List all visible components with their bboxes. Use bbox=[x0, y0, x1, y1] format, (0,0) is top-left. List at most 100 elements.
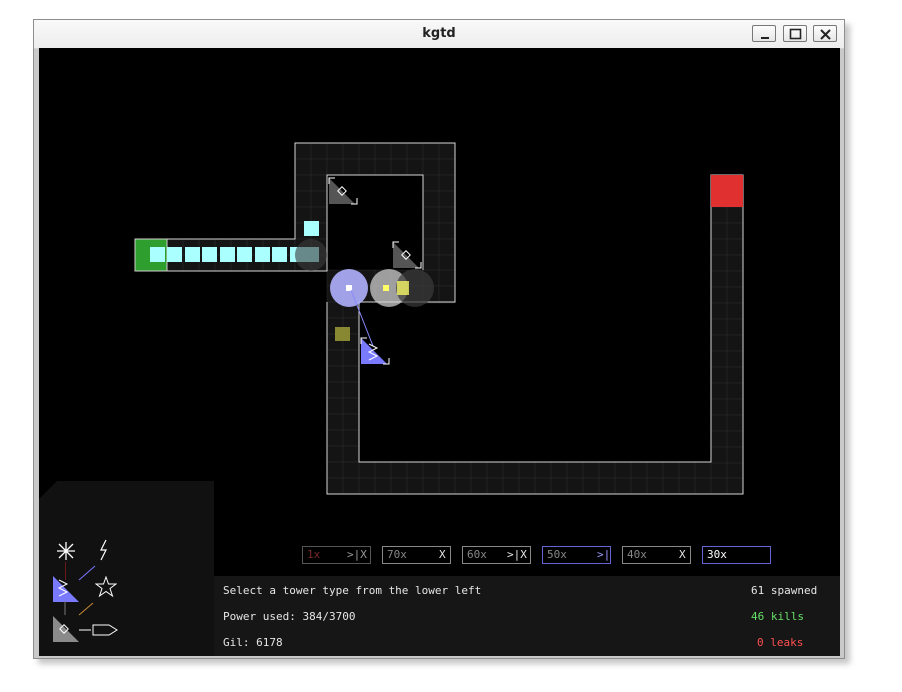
path-cell bbox=[438, 269, 456, 287]
asterisk-icon[interactable] bbox=[55, 540, 77, 562]
path-cell bbox=[726, 477, 744, 495]
skip-forward-icon: >|X bbox=[347, 548, 367, 561]
slow-tower[interactable] bbox=[360, 337, 390, 365]
path-cell bbox=[406, 461, 424, 479]
path-cell bbox=[710, 270, 728, 288]
laser-tower[interactable] bbox=[392, 241, 422, 269]
path-cell bbox=[598, 461, 616, 479]
path-cell bbox=[294, 190, 312, 208]
speed-label: 40x bbox=[627, 548, 647, 561]
path-cell bbox=[614, 461, 632, 479]
path-cell bbox=[566, 461, 584, 479]
zigzag-triangle-icon[interactable] bbox=[53, 576, 79, 602]
diamond-triangle-icon[interactable] bbox=[53, 616, 79, 642]
path-cell bbox=[326, 158, 344, 176]
path-cell bbox=[438, 190, 456, 208]
game-canvas[interactable]: 1x >|X 70x X 60x >|X 50x >| 40x X 30x Se… bbox=[39, 48, 840, 656]
creep bbox=[167, 247, 182, 262]
speed-70x[interactable]: 70x X bbox=[382, 546, 451, 564]
path-cell bbox=[374, 477, 392, 495]
path-cell bbox=[438, 238, 456, 256]
path-cell bbox=[294, 142, 312, 160]
status-panel: Select a tower type from the lower left … bbox=[214, 576, 840, 656]
path-cell bbox=[726, 206, 744, 224]
path-cell bbox=[438, 222, 456, 240]
creep bbox=[220, 247, 235, 262]
path-cell bbox=[710, 302, 728, 320]
cancel-icon: X bbox=[679, 548, 686, 561]
path-cell bbox=[310, 142, 328, 160]
speed-50x[interactable]: 50x >| bbox=[542, 546, 611, 564]
path-cell bbox=[566, 477, 584, 495]
path-cell bbox=[326, 461, 344, 479]
path-cell bbox=[326, 142, 344, 160]
path-cell bbox=[374, 461, 392, 479]
path-cell bbox=[518, 461, 536, 479]
path-cell bbox=[518, 477, 536, 495]
skip-forward-icon: >| bbox=[597, 548, 611, 561]
path-cell bbox=[534, 461, 552, 479]
path-cell bbox=[726, 366, 744, 384]
minimize-icon bbox=[761, 37, 769, 39]
path-cell bbox=[294, 158, 312, 176]
leaks-count: 0 leaks bbox=[757, 636, 804, 649]
hint-text: Select a tower type from the lower left bbox=[223, 584, 482, 597]
path-cell bbox=[422, 254, 440, 272]
path-cell bbox=[726, 270, 744, 288]
exit-point bbox=[711, 175, 743, 207]
maximize-icon bbox=[789, 28, 802, 40]
path-cell bbox=[390, 158, 408, 176]
path-cell bbox=[710, 350, 728, 368]
speed-40x[interactable]: 40x X bbox=[622, 546, 691, 564]
path-cell bbox=[550, 477, 568, 495]
path-cell bbox=[454, 461, 472, 479]
path-cell bbox=[630, 477, 648, 495]
path-cell bbox=[678, 461, 696, 479]
path-cell bbox=[710, 206, 728, 224]
lightning-icon[interactable] bbox=[97, 539, 111, 561]
path-cell bbox=[438, 206, 456, 224]
path-cell bbox=[406, 142, 424, 160]
star-icon[interactable] bbox=[95, 576, 117, 598]
minimize-button[interactable] bbox=[752, 25, 776, 42]
bullet bbox=[397, 281, 409, 295]
speed-30x[interactable]: 30x bbox=[702, 546, 771, 564]
path-cell bbox=[726, 302, 744, 320]
path-cell bbox=[358, 142, 376, 160]
maximize-button[interactable] bbox=[783, 25, 807, 42]
path-cell bbox=[710, 366, 728, 384]
path-cell bbox=[710, 446, 728, 464]
close-button[interactable] bbox=[813, 25, 837, 42]
path-cell bbox=[726, 461, 744, 479]
path-cell bbox=[438, 254, 456, 272]
skip-forward-icon: >|X bbox=[507, 548, 527, 561]
path-cell bbox=[486, 461, 504, 479]
app-window: kgtd 1x >|X 70x X 60x >|X 50x >| 40x X 3… bbox=[33, 19, 845, 659]
path-cell bbox=[710, 334, 728, 352]
creep-path bbox=[134, 142, 744, 495]
path-cell bbox=[662, 461, 680, 479]
path-cell bbox=[326, 365, 344, 383]
path-cell bbox=[438, 461, 456, 479]
path-cell bbox=[726, 334, 744, 352]
path-cell bbox=[422, 238, 440, 256]
path-cell bbox=[342, 429, 360, 447]
creep bbox=[185, 247, 200, 262]
laser-tower[interactable] bbox=[328, 177, 358, 205]
titlebar[interactable]: kgtd bbox=[34, 20, 844, 49]
bullet bbox=[383, 285, 389, 291]
path-cell bbox=[678, 477, 696, 495]
path-cell bbox=[710, 461, 728, 479]
path-cell bbox=[710, 414, 728, 432]
path-cell bbox=[406, 158, 424, 176]
path-cell bbox=[422, 222, 440, 240]
path-cell bbox=[710, 398, 728, 416]
path-cell bbox=[342, 461, 360, 479]
path-cell bbox=[582, 461, 600, 479]
path-cell bbox=[390, 142, 408, 160]
speed-60x[interactable]: 60x >|X bbox=[462, 546, 531, 564]
speed-1x[interactable]: 1x >|X bbox=[302, 546, 371, 564]
path-cell bbox=[326, 445, 344, 463]
path-cell bbox=[694, 477, 712, 495]
rocket-icon[interactable] bbox=[79, 622, 119, 638]
